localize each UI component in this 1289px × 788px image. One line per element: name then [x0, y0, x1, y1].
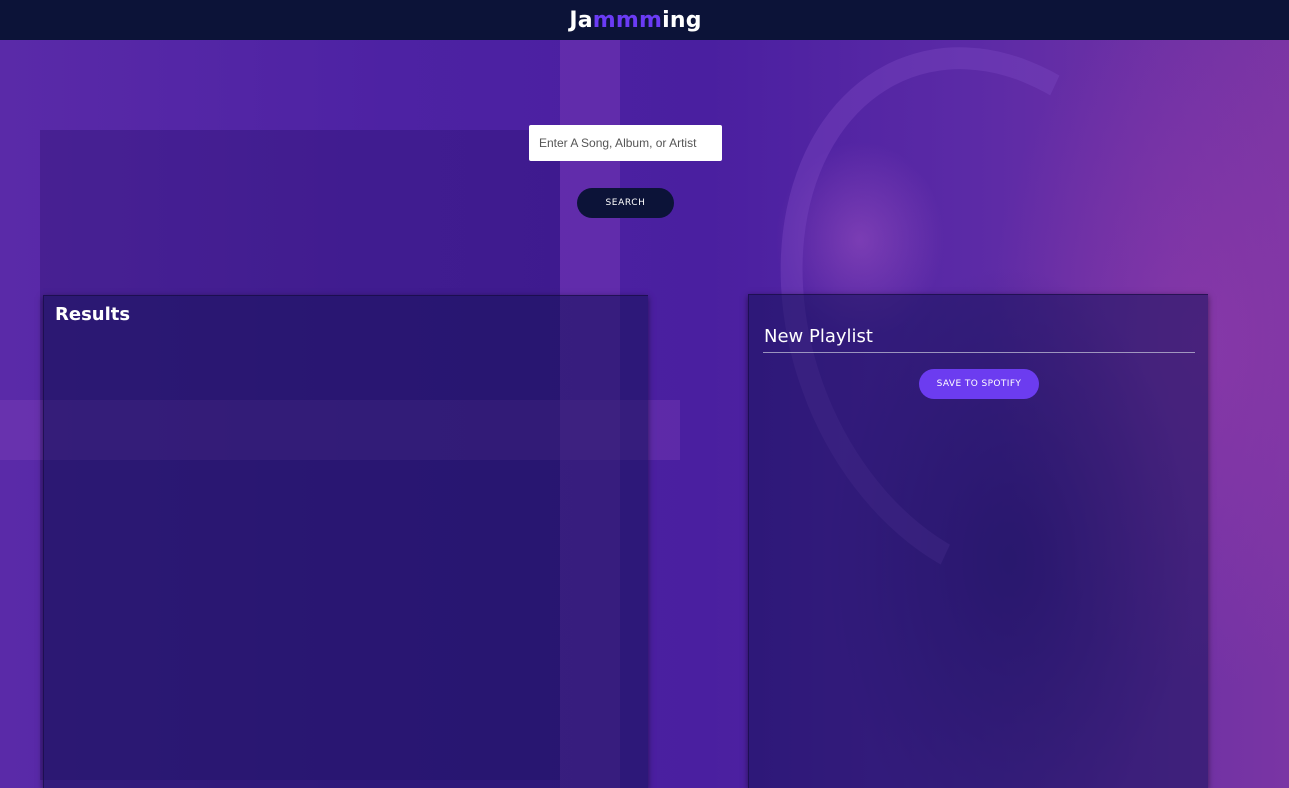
search-results-panel: Results — [43, 295, 648, 788]
logo-text-highlight: mmm — [592, 7, 663, 33]
search-button[interactable]: SEARCH — [577, 188, 674, 218]
app-logo: Jammming — [569, 8, 701, 33]
results-title: Results — [55, 304, 131, 325]
search-bar: SEARCH — [529, 125, 722, 218]
playlist-name-input[interactable] — [763, 325, 1195, 353]
save-to-spotify-button[interactable]: SAVE TO SPOTIFY — [919, 369, 1039, 399]
top-bar: Jammming — [0, 0, 1289, 40]
search-input[interactable] — [529, 125, 722, 161]
logo-text-end: ing — [662, 7, 702, 33]
playlist-panel: SAVE TO SPOTIFY — [748, 294, 1208, 788]
logo-text-start: Ja — [569, 7, 593, 33]
